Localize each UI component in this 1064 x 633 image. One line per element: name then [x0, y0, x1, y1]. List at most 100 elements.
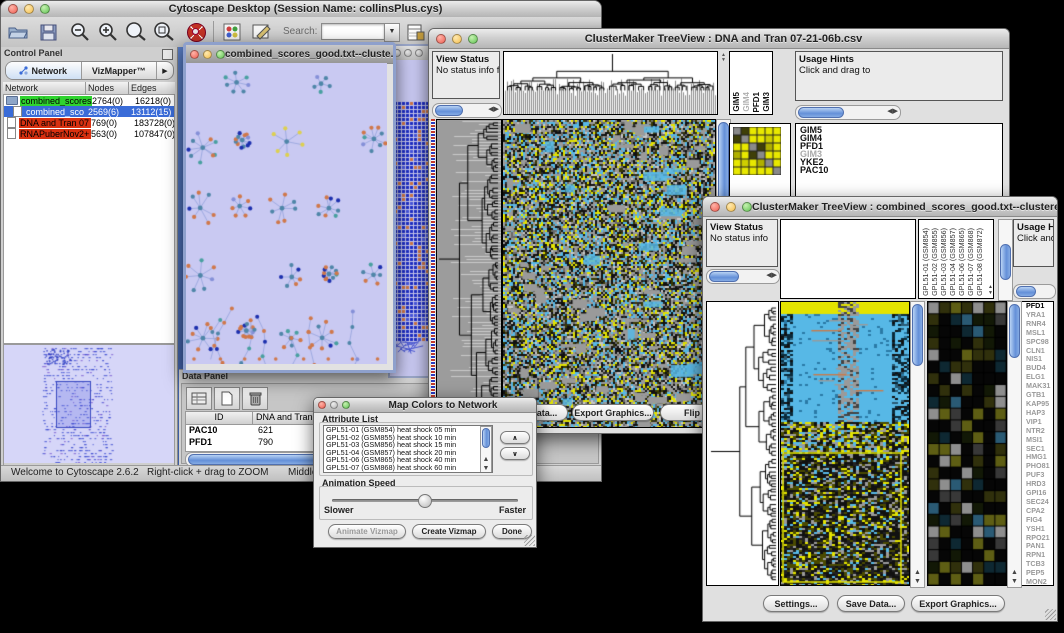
- tv1-export-graphics-button[interactable]: Export Graphics...: [572, 404, 654, 421]
- vizmapper-icon[interactable]: [221, 21, 243, 43]
- network-name: RNAPuberNov2+: [19, 129, 91, 139]
- network-name: combined_sco: [25, 107, 88, 117]
- tv2-settings-button[interactable]: Settings...: [763, 595, 829, 612]
- tv1-usage-hints: Usage Hints Click and drag to: [795, 51, 1003, 101]
- tv1-column-dendrogram-canvas: [504, 52, 717, 114]
- tv2-usage-hints: Usage Hints Click and: [1013, 219, 1054, 267]
- zoom-button[interactable]: [342, 401, 350, 409]
- status-welcome: Welcome to Cytoscape 2.6.2: [11, 467, 139, 478]
- network-row[interactable]: DNA and Tran 07 769(0) 183728(0): [4, 117, 174, 128]
- create-vizmap-button[interactable]: Create Vizmap: [412, 524, 486, 539]
- tv2-heatmap-vscrollbar[interactable]: ▲▼: [910, 301, 925, 588]
- tv2-row-dendrogram[interactable]: [706, 301, 779, 586]
- tab-network[interactable]: Network: [6, 62, 82, 79]
- zoom-in-icon[interactable]: [97, 21, 119, 43]
- tv2-zoom-heatmap-canvas: [928, 302, 1006, 585]
- col-network[interactable]: Network: [3, 82, 86, 95]
- column-label: GPL51-06 (GSM865): [957, 228, 966, 296]
- minimize-button[interactable]: [330, 401, 338, 409]
- tv2-heatmap[interactable]: [780, 301, 910, 586]
- column-label: YKE2: [772, 91, 773, 112]
- zoom-fit-icon[interactable]: [153, 21, 175, 43]
- tv2-label-arrows[interactable]: ▲▼: [988, 284, 993, 296]
- tv1-column-dendrogram[interactable]: [503, 51, 718, 115]
- new-attribute-icon[interactable]: [214, 387, 240, 410]
- zoom-button[interactable]: [468, 34, 478, 44]
- tv1-hints-hscrollbar[interactable]: ◀▶: [795, 105, 901, 120]
- tab-overflow-arrow[interactable]: ▶: [157, 62, 173, 79]
- column-label: GIM5: [732, 92, 741, 112]
- tv2-zoom-heatmap[interactable]: [927, 301, 1007, 586]
- minimize-button[interactable]: [203, 50, 212, 59]
- move-up-button[interactable]: ∧: [500, 431, 530, 444]
- animate-vizmap-button[interactable]: Animate Vizmap: [328, 524, 406, 539]
- window-controls[interactable]: [1, 4, 50, 14]
- dialog-title: Map Colors to Network: [350, 400, 536, 411]
- network-edges: 13112(15): [131, 107, 174, 117]
- gene-label: YKE2: [798, 158, 1002, 166]
- main-titlebar[interactable]: Cytoscape Desktop (Session Name: collins…: [1, 1, 601, 18]
- attribute-list-vscrollbar[interactable]: ▲▼: [480, 426, 492, 473]
- zoom-button[interactable]: [40, 4, 50, 14]
- zoom-button[interactable]: [216, 50, 225, 59]
- zoom-button[interactable]: [742, 202, 752, 212]
- minimize-button[interactable]: [452, 34, 462, 44]
- minimize-button[interactable]: [404, 49, 412, 57]
- speed-slider-thumb[interactable]: [418, 494, 432, 508]
- search-input[interactable]: [321, 23, 385, 40]
- col-nodes[interactable]: Nodes: [86, 82, 129, 95]
- float-panel-icon[interactable]: [162, 49, 173, 60]
- minimize-button[interactable]: [726, 202, 736, 212]
- search-dropdown-button[interactable]: ▼: [384, 23, 400, 42]
- tv2-columns-vscrollbar[interactable]: [998, 219, 1013, 301]
- tv2-save-data-button[interactable]: Save Data...: [837, 595, 905, 612]
- tv2-status-hscrollbar[interactable]: ◀▶: [706, 269, 780, 284]
- annotation-icon[interactable]: [251, 21, 273, 43]
- move-down-button[interactable]: ∨: [500, 447, 530, 460]
- network-table: combined_scores 2764(0) 16218(0) combine…: [3, 95, 175, 344]
- close-button[interactable]: [710, 202, 720, 212]
- gene-label: GIM3: [798, 150, 1002, 158]
- birdseye-view[interactable]: [3, 344, 175, 466]
- help-lifesaver-icon[interactable]: [185, 21, 207, 43]
- save-icon[interactable]: [37, 21, 59, 43]
- tv2-zoom-vscrollbar[interactable]: ▲▼: [1007, 301, 1022, 588]
- tv1-heatmap[interactable]: [502, 119, 716, 428]
- tv1-splitter-arrows[interactable]: ▲▼: [720, 51, 727, 117]
- zoom-selected-icon[interactable]: [125, 21, 147, 43]
- tv1-selection-strip: [431, 119, 435, 426]
- gene-label: PAC10: [798, 166, 1002, 174]
- close-button[interactable]: [436, 34, 446, 44]
- network-row-collection[interactable]: combined_scores 2764(0) 16218(0): [4, 95, 174, 106]
- close-button[interactable]: [190, 50, 199, 59]
- zoom-button[interactable]: [415, 49, 423, 57]
- open-file-icon[interactable]: [7, 21, 29, 43]
- minimize-button[interactable]: [24, 4, 34, 14]
- treeview2-window: ClusterMaker TreeView : combined_scores_…: [702, 196, 1058, 622]
- resize-grip[interactable]: [1045, 609, 1056, 620]
- close-button[interactable]: [318, 401, 326, 409]
- data-col-id[interactable]: ID: [186, 412, 253, 424]
- col-edges[interactable]: Edges: [129, 82, 175, 95]
- close-button[interactable]: [8, 4, 18, 14]
- tv2-column-dendrogram[interactable]: [780, 219, 916, 299]
- column-label: GPL51-04 (GSM857): [948, 228, 957, 296]
- attribute-list[interactable]: GPL51-01 (GSM854) heat shock 05 minGPL51…: [323, 425, 493, 473]
- status-middle-hint: Middle-: [288, 467, 314, 478]
- network-row-selected[interactable]: combined_sco 2569(6) 13112(15): [4, 106, 174, 117]
- tv2-export-graphics-button[interactable]: Export Graphics...: [911, 595, 1005, 612]
- delete-attribute-trash-icon[interactable]: [242, 387, 268, 410]
- network-row[interactable]: RNAPuberNov2+ 563(0) 107847(0): [4, 128, 174, 139]
- column-label: PFD1: [752, 92, 761, 112]
- tab-vizmapper[interactable]: VizMapper™: [82, 62, 158, 79]
- network-view-title: combined_scores_good.txt--cluste...: [225, 49, 393, 60]
- resize-grip[interactable]: [524, 535, 535, 546]
- attribute-item[interactable]: GPL51-07 (GSM868) heat shock 60 min: [326, 464, 492, 472]
- network-view-canvas[interactable]: [186, 63, 387, 364]
- tv1-row-dendrogram[interactable]: [436, 119, 502, 428]
- table-mode-icon[interactable]: [186, 387, 212, 410]
- attribute-browser-icon[interactable]: [405, 21, 427, 43]
- tv1-status-hscrollbar[interactable]: ◀▶: [432, 103, 502, 118]
- zoom-out-icon[interactable]: [69, 21, 91, 43]
- tv2-hints-hscrollbar[interactable]: [1013, 284, 1056, 299]
